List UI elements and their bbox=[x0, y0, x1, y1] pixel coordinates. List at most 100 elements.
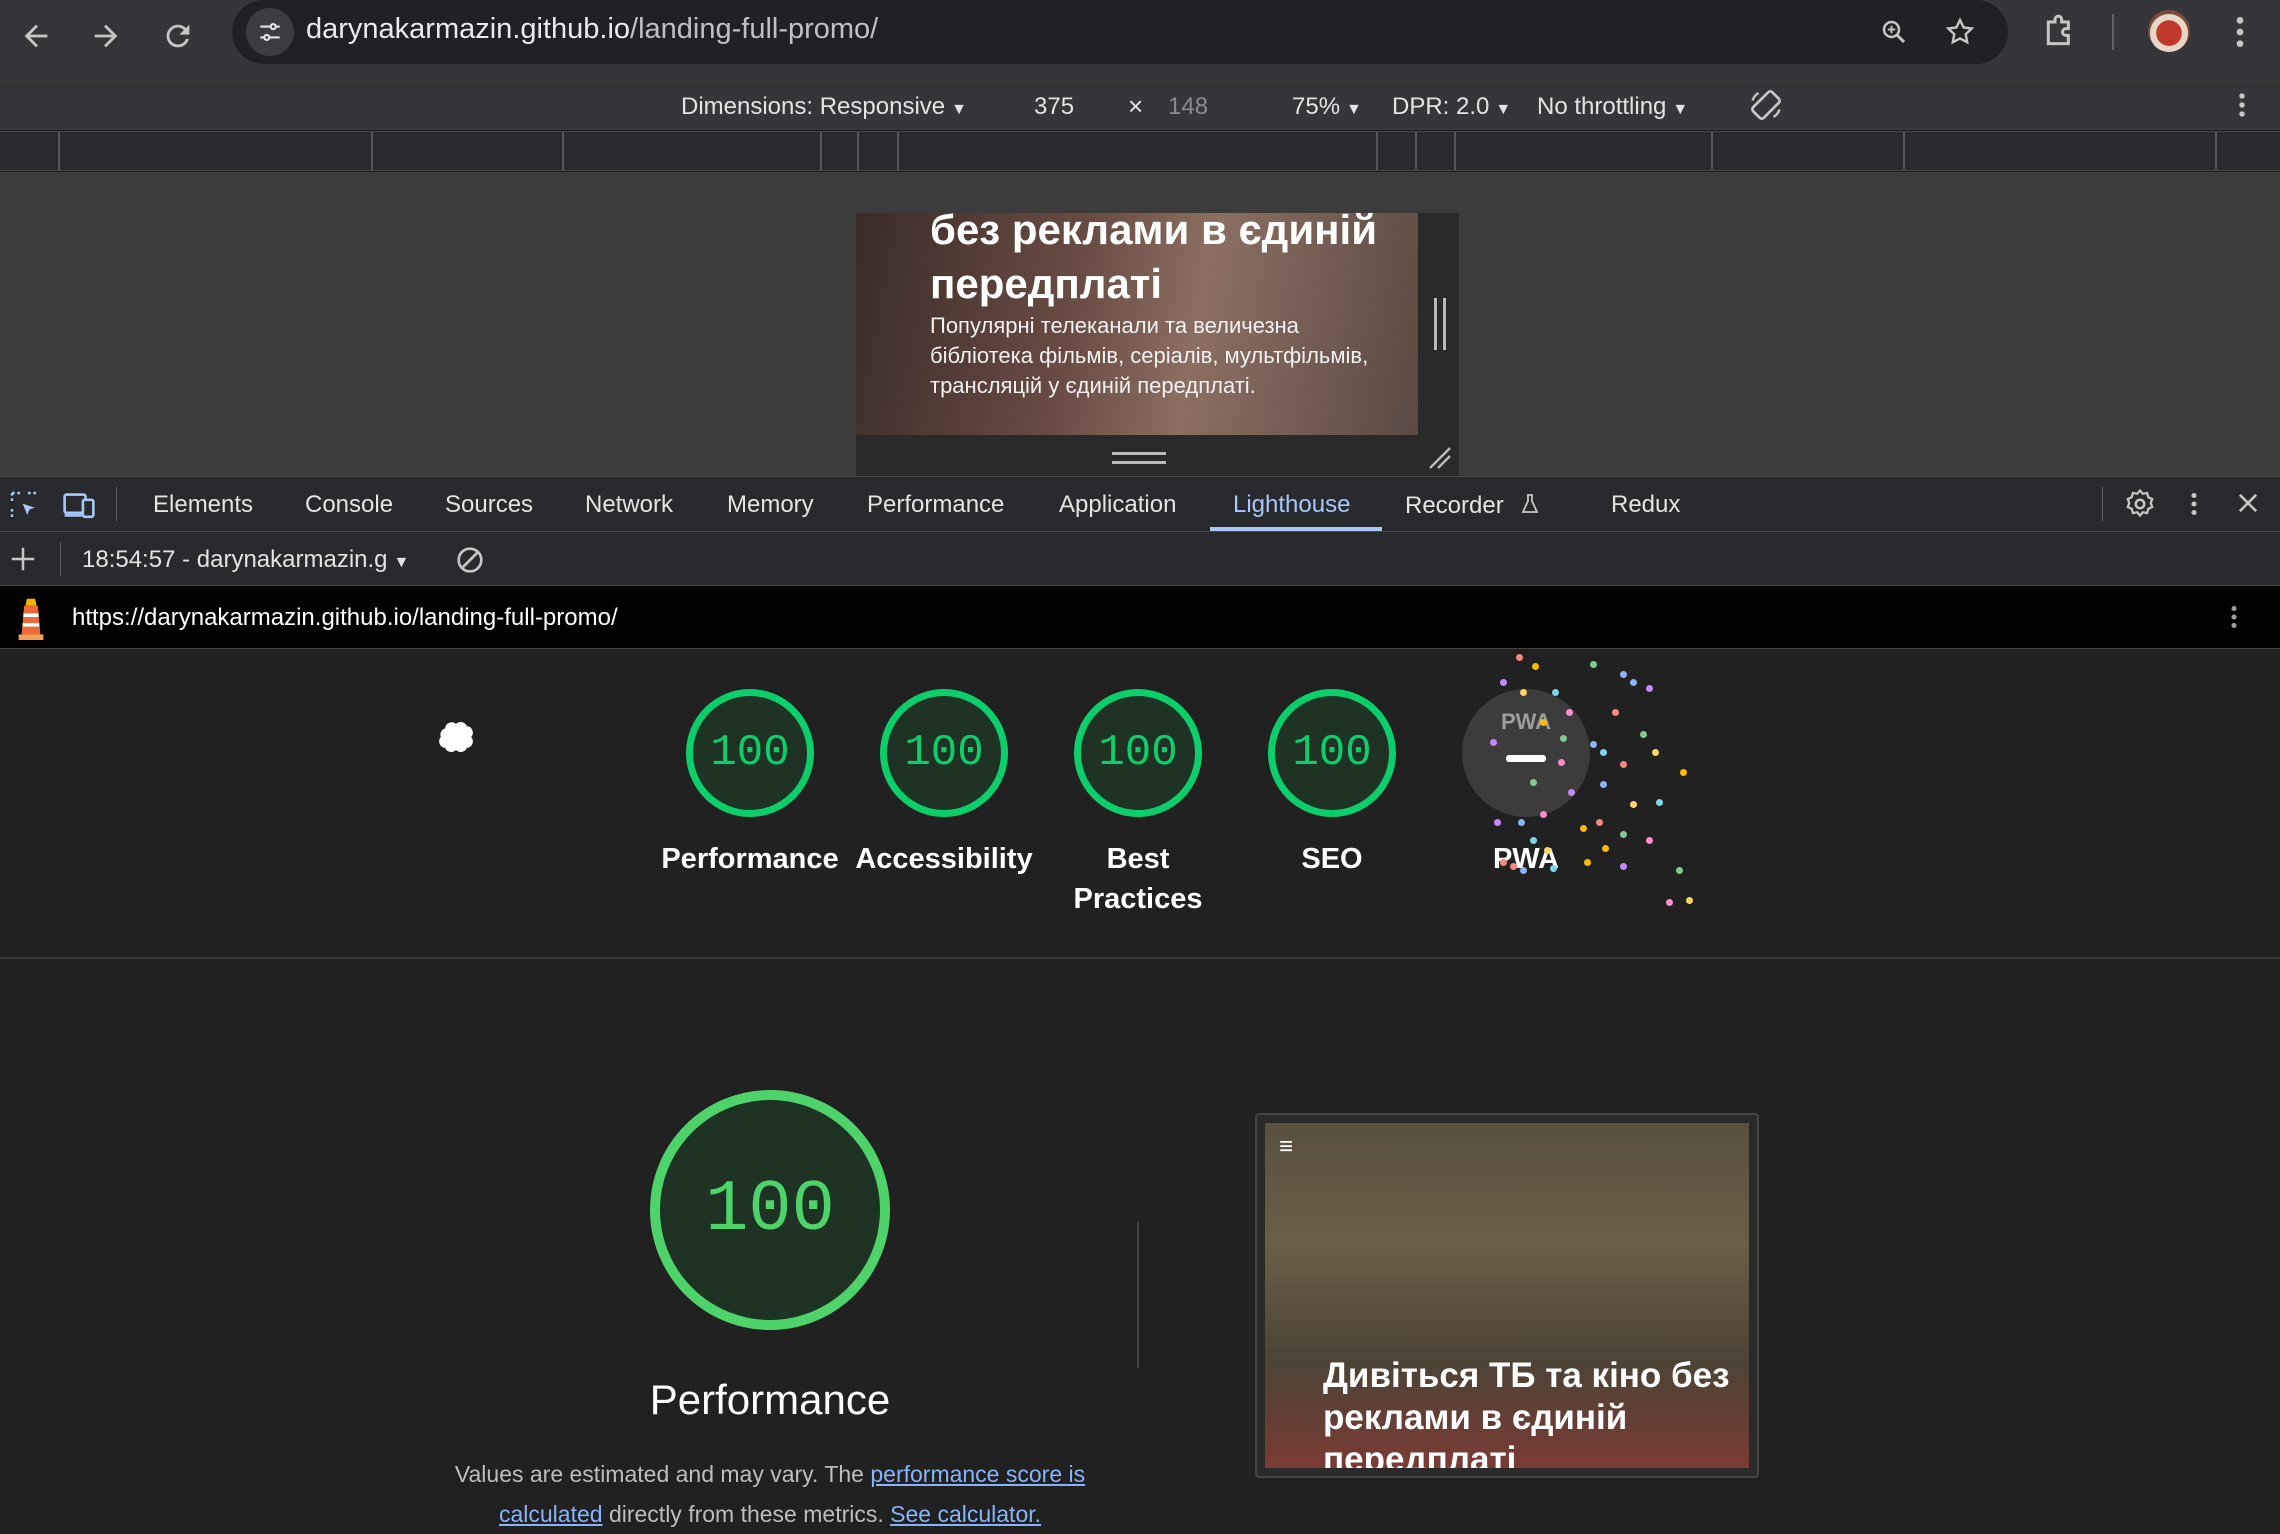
caret-down-icon: ▼ bbox=[393, 554, 410, 571]
confetti-dot bbox=[1568, 789, 1575, 796]
confetti-dot bbox=[1510, 863, 1517, 870]
gauge-accessibility-label: Accessibility bbox=[855, 843, 1033, 875]
tab-lighthouse[interactable]: Lighthouse bbox=[1233, 491, 1350, 519]
confetti-dot bbox=[1516, 654, 1523, 661]
confetti-dot bbox=[1620, 863, 1627, 870]
height-input[interactable]: 148 bbox=[1168, 93, 1208, 121]
report-select[interactable]: 18:54:57 - darynakarmazin.g ▼ bbox=[82, 546, 409, 574]
bookmark-star-icon[interactable] bbox=[1940, 12, 1980, 52]
confetti-dot bbox=[1540, 811, 1547, 818]
confetti-dot bbox=[1630, 801, 1637, 808]
caret-down-icon: ▼ bbox=[1672, 101, 1689, 118]
ruler-tick bbox=[1415, 132, 1417, 170]
report-select-label: 18:54:57 - darynakarmazin.g bbox=[82, 546, 388, 573]
settings-gear-icon[interactable] bbox=[2123, 487, 2157, 526]
tab-performance[interactable]: Performance bbox=[867, 491, 1004, 519]
performance-score-gauge: 100 bbox=[650, 1090, 890, 1330]
tab-elements[interactable]: Elements bbox=[153, 491, 253, 519]
dimensions-label: Dimensions: Responsive bbox=[681, 93, 946, 120]
gauge-accessibility[interactable]: 100 Accessibility bbox=[854, 689, 1034, 879]
forward-button[interactable] bbox=[80, 10, 132, 62]
confetti-dot bbox=[1490, 739, 1497, 746]
media-query-ruler[interactable] bbox=[0, 131, 2280, 171]
rotate-icon[interactable] bbox=[1748, 87, 1784, 130]
zoom-select[interactable]: 75% ▼ bbox=[1292, 93, 1362, 121]
profile-avatar[interactable] bbox=[2148, 10, 2190, 52]
url-host: darynakarmazin.github.io bbox=[306, 13, 631, 45]
tab-memory[interactable]: Memory bbox=[727, 491, 814, 519]
tab-recorder-label: Recorder bbox=[1405, 492, 1504, 519]
inspect-element-icon[interactable] bbox=[8, 489, 40, 526]
report-url[interactable]: https://darynakarmazin.github.io/landing… bbox=[72, 604, 618, 632]
new-report-icon[interactable] bbox=[8, 544, 38, 579]
gauge-performance[interactable]: 100 Performance bbox=[660, 689, 840, 879]
confetti-dot bbox=[1566, 709, 1573, 716]
gauge-performance-score: 100 bbox=[686, 689, 814, 817]
gauge-seo-score: 100 bbox=[1268, 689, 1396, 817]
confetti-dot bbox=[1620, 761, 1627, 768]
tab-sources[interactable]: Sources bbox=[445, 491, 533, 519]
device-more-icon[interactable] bbox=[2232, 87, 2252, 130]
resize-handle-right[interactable] bbox=[1434, 298, 1446, 350]
report-more-icon[interactable] bbox=[2226, 600, 2242, 639]
hero-subtext: Популярні телеканали та величезна бібліо… bbox=[930, 313, 1369, 398]
arrow-left-icon bbox=[24, 24, 48, 48]
device-toggle-icon[interactable] bbox=[62, 489, 96, 526]
confetti-dot bbox=[1666, 899, 1673, 906]
confetti-dot bbox=[1494, 819, 1501, 826]
performance-title: Performance bbox=[649, 1376, 891, 1423]
ruler-tick bbox=[1711, 132, 1713, 170]
gauge-best-practices-score: 100 bbox=[1074, 689, 1202, 817]
ruler-tick bbox=[562, 132, 564, 170]
tab-console[interactable]: Console bbox=[305, 491, 393, 519]
device-toolbar: Dimensions: Responsive ▼ 375 × 148 75% ▼ D… bbox=[0, 80, 2280, 130]
final-screenshot[interactable]: ≡ Дивіться ТБ та кіно без реклами в єдин… bbox=[1265, 1123, 1749, 1468]
confetti-dot bbox=[1500, 679, 1507, 686]
confetti-dot bbox=[1530, 837, 1537, 844]
extensions-icon[interactable] bbox=[2040, 12, 2084, 56]
performance-description: Values are estimated and may vary. The p… bbox=[440, 1454, 1100, 1534]
confetti-dot bbox=[1602, 845, 1609, 852]
zoom-label: 75% bbox=[1292, 93, 1341, 120]
confetti-dot bbox=[1520, 867, 1527, 874]
ruler-tick bbox=[1454, 132, 1456, 170]
browser-menu-icon[interactable] bbox=[2224, 12, 2256, 52]
address-bar[interactable]: darynakarmazin.github.io/landing-full-pr… bbox=[232, 0, 2008, 64]
zoom-icon[interactable] bbox=[1874, 12, 1914, 52]
see-calculator-link[interactable]: See calculator. bbox=[890, 1501, 1041, 1527]
clear-reports-icon[interactable] bbox=[454, 544, 486, 581]
tab-application[interactable]: Application bbox=[1059, 491, 1176, 519]
gauge-seo[interactable]: 100 SEO bbox=[1242, 689, 1422, 879]
tab-redux[interactable]: Redux bbox=[1611, 491, 1680, 519]
confetti-dot bbox=[1686, 897, 1693, 904]
flask-icon bbox=[1521, 494, 1539, 513]
confetti-dot bbox=[1620, 831, 1627, 838]
close-devtools-icon[interactable] bbox=[2234, 489, 2262, 522]
throttling-label: No throttling bbox=[1537, 93, 1667, 120]
tab-network[interactable]: Network bbox=[585, 491, 673, 519]
desc-prefix: Values are estimated and may vary. The bbox=[454, 1461, 871, 1487]
caret-down-icon: ▼ bbox=[1495, 101, 1512, 118]
confetti-dot bbox=[1544, 847, 1551, 854]
tab-divider bbox=[116, 487, 117, 521]
resize-corner-icon[interactable] bbox=[1426, 444, 1452, 470]
gauge-best-practices-label: Best Practices bbox=[1073, 843, 1203, 915]
lighthouse-mascot-icon bbox=[430, 711, 482, 768]
toolbar-divider bbox=[2112, 14, 2114, 50]
width-input[interactable]: 375 bbox=[1034, 93, 1074, 121]
dpr-select[interactable]: DPR: 2.0 ▼ bbox=[1392, 93, 1511, 121]
confetti-decoration bbox=[1470, 649, 1760, 909]
devtools-more-icon[interactable] bbox=[2186, 487, 2202, 526]
back-button[interactable] bbox=[10, 10, 62, 62]
tab-recorder[interactable]: Recorder bbox=[1405, 491, 1542, 520]
throttling-select[interactable]: No throttling ▼ bbox=[1537, 93, 1688, 121]
reload-button[interactable] bbox=[152, 10, 204, 62]
confetti-dot bbox=[1680, 769, 1687, 776]
arrow-right-icon bbox=[94, 24, 118, 48]
gauge-accessibility-score: 100 bbox=[880, 689, 1008, 817]
dimensions-select[interactable]: Dimensions: Responsive ▼ bbox=[681, 93, 967, 121]
gauge-best-practices[interactable]: 100 Best Practices bbox=[1048, 689, 1228, 919]
site-settings-icon[interactable] bbox=[246, 8, 294, 56]
resize-handle-bottom[interactable] bbox=[1112, 452, 1166, 464]
confetti-dot bbox=[1530, 779, 1537, 786]
